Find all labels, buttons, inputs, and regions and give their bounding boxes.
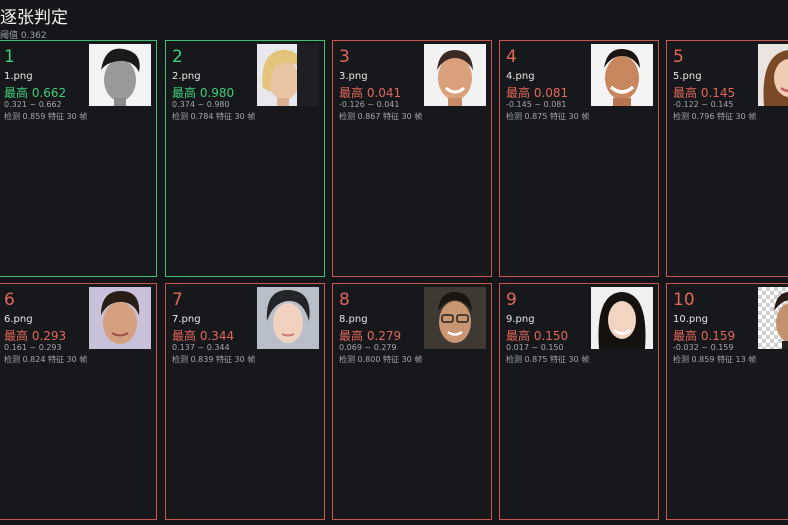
face-thumbnail: [89, 287, 151, 349]
face-thumbnail: [591, 287, 653, 349]
card-index: 8: [339, 290, 350, 310]
card-filename: 4.png: [506, 71, 535, 82]
card-score-range: 0.374 ~ 0.980: [172, 100, 230, 109]
card-detection-meta: 检测 0.875 特征 30 帧: [506, 355, 590, 364]
result-card[interactable]: 2 2.png 最高 0.980 0.374 ~ 0.980 检测 0.784 …: [165, 40, 325, 277]
card-max-score: 最高 0.081: [506, 86, 569, 100]
face-thumbnail: [89, 44, 151, 106]
card-detection-meta: 检测 0.867 特征 30 帧: [339, 112, 423, 121]
result-card[interactable]: 7 7.png 最高 0.344 0.137 ~ 0.344 检测 0.839 …: [165, 283, 325, 520]
card-score-range: -0.122 ~ 0.145: [673, 100, 734, 109]
card-detection-meta: 检测 0.796 特征 30 帧: [673, 112, 757, 121]
face-photo-icon: [424, 44, 486, 106]
face-thumbnail: [758, 44, 788, 106]
card-index: 6: [4, 290, 15, 310]
card-score-range: 0.321 ~ 0.662: [4, 100, 62, 109]
face-photo-icon: [758, 287, 788, 349]
card-score-range: -0.126 ~ 0.041: [339, 100, 400, 109]
page-title: 逐张判定: [0, 8, 68, 28]
card-filename: 5.png: [673, 71, 702, 82]
card-index: 2: [172, 47, 183, 67]
face-photo-icon: [257, 287, 319, 349]
face-photo-icon: [89, 287, 151, 349]
card-detection-meta: 检测 0.859 特征 13 帧: [673, 355, 757, 364]
face-photo-icon: [591, 287, 653, 349]
card-max-score: 最高 0.159: [673, 329, 736, 343]
card-max-score: 最高 0.150: [506, 329, 569, 343]
face-photo-icon: [257, 44, 319, 106]
card-index: 7: [172, 290, 183, 310]
card-max-score: 最高 0.662: [4, 86, 67, 100]
face-photo-icon: [591, 44, 653, 106]
result-card[interactable]: 8 8.png 最高 0.279 0.069 ~ 0.279 检测 0.800 …: [332, 283, 492, 520]
card-index: 10: [673, 290, 695, 310]
card-filename: 7.png: [172, 314, 201, 325]
card-detection-meta: 检测 0.875 特征 30 帧: [506, 112, 590, 121]
face-photo-icon: [758, 44, 788, 106]
card-index: 9: [506, 290, 517, 310]
card-detection-meta: 检测 0.800 特征 30 帧: [339, 355, 423, 364]
card-detection-meta: 检测 0.839 特征 30 帧: [172, 355, 256, 364]
result-card[interactable]: 3 3.png 最高 0.041 -0.126 ~ 0.041 检测 0.867…: [332, 40, 492, 277]
result-card[interactable]: 5 5.png 最高 0.145 -0.122 ~ 0.145 检测 0.796…: [666, 40, 788, 277]
card-max-score: 最高 0.980: [172, 86, 235, 100]
card-max-score: 最高 0.293: [4, 329, 67, 343]
card-max-score: 最高 0.145: [673, 86, 736, 100]
card-filename: 2.png: [172, 71, 201, 82]
card-score-range: 0.161 ~ 0.293: [4, 343, 62, 352]
face-thumbnail: [424, 44, 486, 106]
result-card[interactable]: 4 4.png 最高 0.081 -0.145 ~ 0.081 检测 0.875…: [499, 40, 659, 277]
card-score-range: 0.069 ~ 0.279: [339, 343, 397, 352]
card-score-range: 0.137 ~ 0.344: [172, 343, 230, 352]
page: 逐张判定 阈值 0.362 1 1.png 最高 0.662 0.321 ~ 0…: [0, 0, 788, 525]
card-index: 5: [673, 47, 684, 67]
face-photo-icon: [424, 287, 486, 349]
header: 逐张判定 阈值 0.362: [0, 8, 68, 41]
face-thumbnail: [424, 287, 486, 349]
face-thumbnail: [758, 287, 788, 349]
card-index: 3: [339, 47, 350, 67]
card-filename: 3.png: [339, 71, 368, 82]
card-max-score: 最高 0.279: [339, 329, 402, 343]
card-index: 1: [4, 47, 15, 67]
face-thumbnail: [257, 44, 319, 106]
result-card[interactable]: 6 6.png 最高 0.293 0.161 ~ 0.293 检测 0.824 …: [0, 283, 157, 520]
card-score-range: -0.145 ~ 0.081: [506, 100, 567, 109]
face-thumbnail: [591, 44, 653, 106]
card-detection-meta: 检测 0.859 特征 30 帧: [4, 112, 88, 121]
face-photo-icon: [89, 44, 151, 106]
card-max-score: 最高 0.344: [172, 329, 235, 343]
card-detection-meta: 检测 0.824 特征 30 帧: [4, 355, 88, 364]
result-card[interactable]: 1 1.png 最高 0.662 0.321 ~ 0.662 检测 0.859 …: [0, 40, 157, 277]
result-card[interactable]: 10 10.png 最高 0.159 -0.032 ~ 0.159 检测 0.8…: [666, 283, 788, 520]
card-filename: 1.png: [4, 71, 33, 82]
card-filename: 9.png: [506, 314, 535, 325]
face-thumbnail: [257, 287, 319, 349]
card-filename: 8.png: [339, 314, 368, 325]
card-filename: 10.png: [673, 314, 708, 325]
card-filename: 6.png: [4, 314, 33, 325]
card-detection-meta: 检测 0.784 特征 30 帧: [172, 112, 256, 121]
card-index: 4: [506, 47, 517, 67]
result-card[interactable]: 9 9.png 最高 0.150 0.017 ~ 0.150 检测 0.875 …: [499, 283, 659, 520]
card-score-range: -0.032 ~ 0.159: [673, 343, 734, 352]
card-max-score: 最高 0.041: [339, 86, 402, 100]
card-score-range: 0.017 ~ 0.150: [506, 343, 564, 352]
